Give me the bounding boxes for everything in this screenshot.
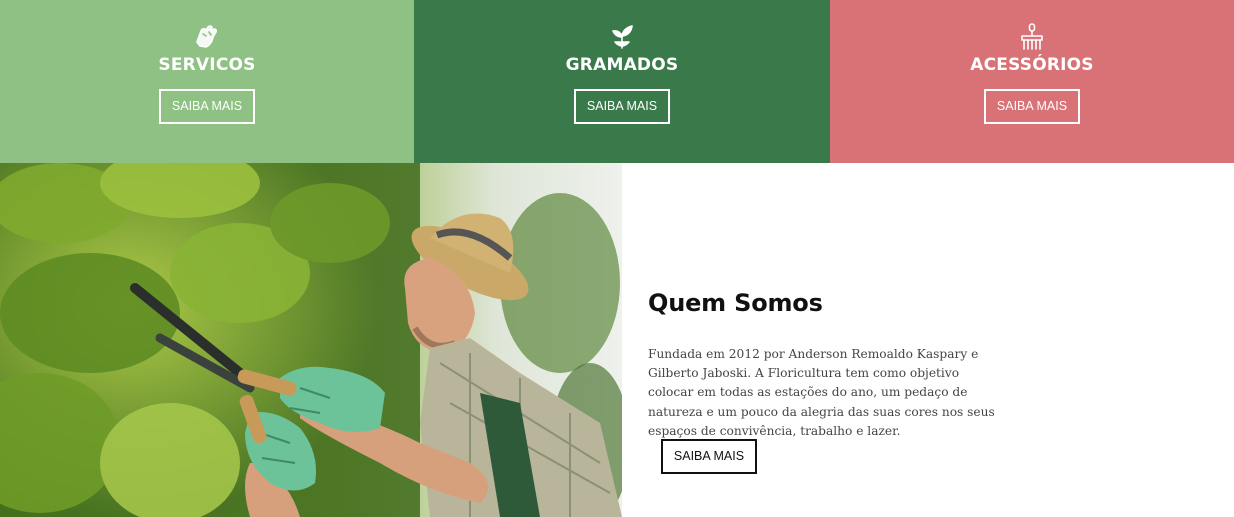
- rake-icon: [1015, 22, 1049, 52]
- panel-acessorios: ACESSÓRIOS SAIBA MAIS: [830, 0, 1234, 163]
- about-description: Fundada em 2012 por Anderson Remoaldo Ka…: [648, 347, 995, 438]
- about-section: Quem Somos Fundada em 2012 por Anderson …: [622, 163, 1234, 517]
- sprout-icon: [605, 22, 639, 52]
- about-title: Quem Somos: [648, 289, 823, 317]
- saiba-mais-about-button[interactable]: SAIBA MAIS: [661, 439, 757, 474]
- saiba-mais-acessorios-button[interactable]: SAIBA MAIS: [984, 89, 1080, 124]
- gardener-photo: [0, 163, 622, 517]
- category-band: SERVICOS SAIBA MAIS GRAMADOS SAIBA MAIS …: [0, 0, 1234, 163]
- gloves-icon: [190, 22, 224, 52]
- panel-title: GRAMADOS: [565, 55, 679, 75]
- panel-servicos: SERVICOS SAIBA MAIS: [0, 0, 414, 163]
- saiba-mais-servicos-button[interactable]: SAIBA MAIS: [159, 89, 255, 124]
- panel-title: ACESSÓRIOS: [970, 55, 1094, 75]
- saiba-mais-gramados-button[interactable]: SAIBA MAIS: [574, 89, 670, 124]
- panel-gramados: GRAMADOS SAIBA MAIS: [414, 0, 830, 163]
- panel-title: SERVICOS: [158, 55, 256, 75]
